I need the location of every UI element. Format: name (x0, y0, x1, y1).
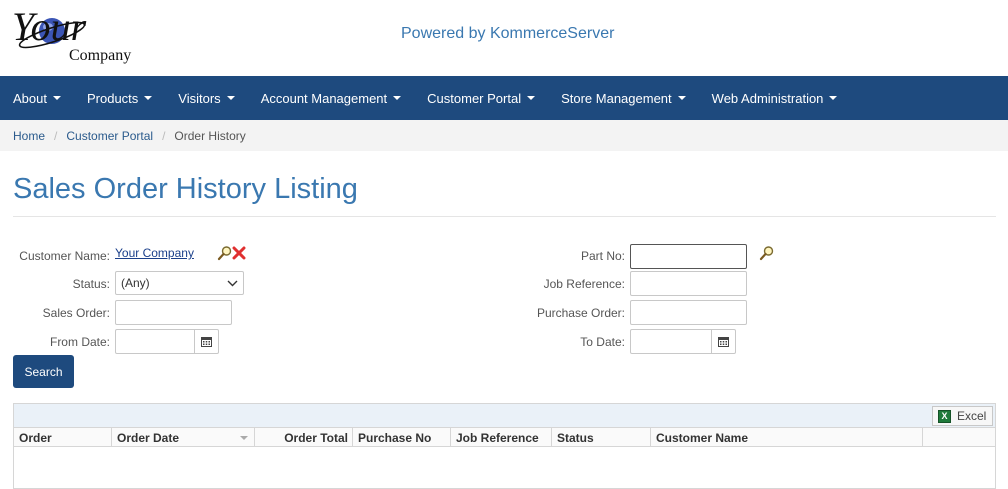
job-reference-input[interactable] (630, 271, 747, 296)
from-date-calendar-button[interactable] (195, 329, 219, 354)
chevron-down-icon (227, 280, 238, 286)
title-divider (13, 216, 996, 217)
caret-down-icon (677, 96, 686, 100)
sort-descending-icon (240, 436, 248, 440)
to-date-label: To Date: (580, 335, 625, 349)
page-header: Your Company Powered by KommerceServer (0, 0, 1008, 76)
page-title: Sales Order History Listing (13, 173, 358, 205)
caret-down-icon (393, 96, 402, 100)
status-selected-value: (Any) (121, 276, 150, 290)
caret-down-icon (829, 96, 838, 100)
powered-by-text: Powered by KommerceServer (401, 25, 615, 42)
status-select[interactable]: (Any) (115, 271, 244, 295)
purchase-order-input[interactable] (630, 300, 747, 325)
breadcrumb-separator: / (54, 128, 58, 143)
nav-customer-portal[interactable]: Customer Portal (414, 76, 548, 120)
excel-export-button[interactable]: X Excel (932, 406, 993, 426)
to-date-calendar-button[interactable] (712, 329, 736, 354)
part-lookup-magnifier-icon[interactable] (759, 245, 775, 261)
breadcrumb-separator: / (162, 128, 166, 143)
logo-text-company: Company (69, 47, 131, 64)
nav-products[interactable]: Products (74, 76, 165, 120)
customer-name-label: Customer Name: (19, 249, 110, 263)
logo-text-your: Your (12, 4, 87, 49)
job-reference-label: Job Reference: (543, 277, 625, 291)
clear-x-icon[interactable] (231, 245, 247, 261)
nav-products-label: Products (86, 90, 139, 106)
nav-web-administration-label: Web Administration (711, 90, 824, 106)
sales-order-label: Sales Order: (42, 306, 110, 320)
main-navbar: About Products Visitors Account Manageme… (0, 76, 1008, 120)
caret-down-icon (52, 96, 61, 100)
nav-visitors[interactable]: Visitors (165, 76, 247, 120)
column-header-purchase-no[interactable]: Purchase No (353, 428, 451, 447)
column-header-job-reference[interactable]: Job Reference (451, 428, 552, 447)
nav-visitors-label: Visitors (178, 90, 221, 106)
caret-down-icon (527, 96, 536, 100)
part-no-label: Part No: (580, 249, 625, 263)
column-header-order-date-label: Order Date (117, 430, 180, 445)
column-header-order-total[interactable]: Order Total (255, 428, 353, 447)
nav-customer-portal-label: Customer Portal (427, 90, 522, 106)
grid-toolbar: X Excel (14, 404, 995, 428)
breadcrumb: Home / Customer Portal / Order History (0, 120, 1008, 151)
nav-about[interactable]: About (0, 76, 74, 120)
nav-account-management[interactable]: Account Management (248, 76, 414, 120)
nav-about-label: About (13, 90, 47, 106)
column-header-actions (923, 428, 995, 447)
excel-icon: X (938, 409, 951, 423)
nav-web-administration[interactable]: Web Administration (699, 76, 851, 120)
nav-account-management-label: Account Management (260, 90, 388, 106)
column-header-order-date[interactable]: Order Date (112, 428, 255, 447)
column-header-status[interactable]: Status (552, 428, 651, 447)
search-button[interactable]: Search (13, 355, 74, 388)
part-no-input[interactable] (630, 244, 747, 269)
calendar-icon (201, 337, 212, 347)
from-date-label: From Date: (49, 335, 110, 349)
nav-store-management[interactable]: Store Management (548, 76, 699, 120)
status-label: Status: (72, 277, 110, 291)
breadcrumb-home[interactable]: Home (13, 129, 45, 143)
results-grid: X Excel Order Order Date Order Total Pur… (13, 403, 996, 489)
purchase-order-label: Purchase Order: (536, 306, 625, 320)
calendar-icon (718, 337, 729, 347)
excel-export-label: Excel (957, 409, 987, 423)
column-header-order[interactable]: Order (14, 428, 112, 447)
column-header-customer-name[interactable]: Customer Name (651, 428, 923, 447)
from-date-input[interactable] (115, 329, 195, 354)
breadcrumb-current: Order History (174, 128, 246, 143)
caret-down-icon (226, 96, 235, 100)
customer-name-link[interactable]: Your Company (115, 246, 194, 260)
nav-store-management-label: Store Management (561, 90, 672, 106)
breadcrumb-customer-portal[interactable]: Customer Portal (66, 129, 153, 143)
caret-down-icon (144, 96, 153, 100)
company-logo[interactable]: Your Company (12, 4, 142, 66)
sales-order-input[interactable] (115, 300, 232, 325)
grid-header-row: Order Order Date Order Total Purchase No… (14, 428, 995, 447)
to-date-input[interactable] (630, 329, 712, 354)
